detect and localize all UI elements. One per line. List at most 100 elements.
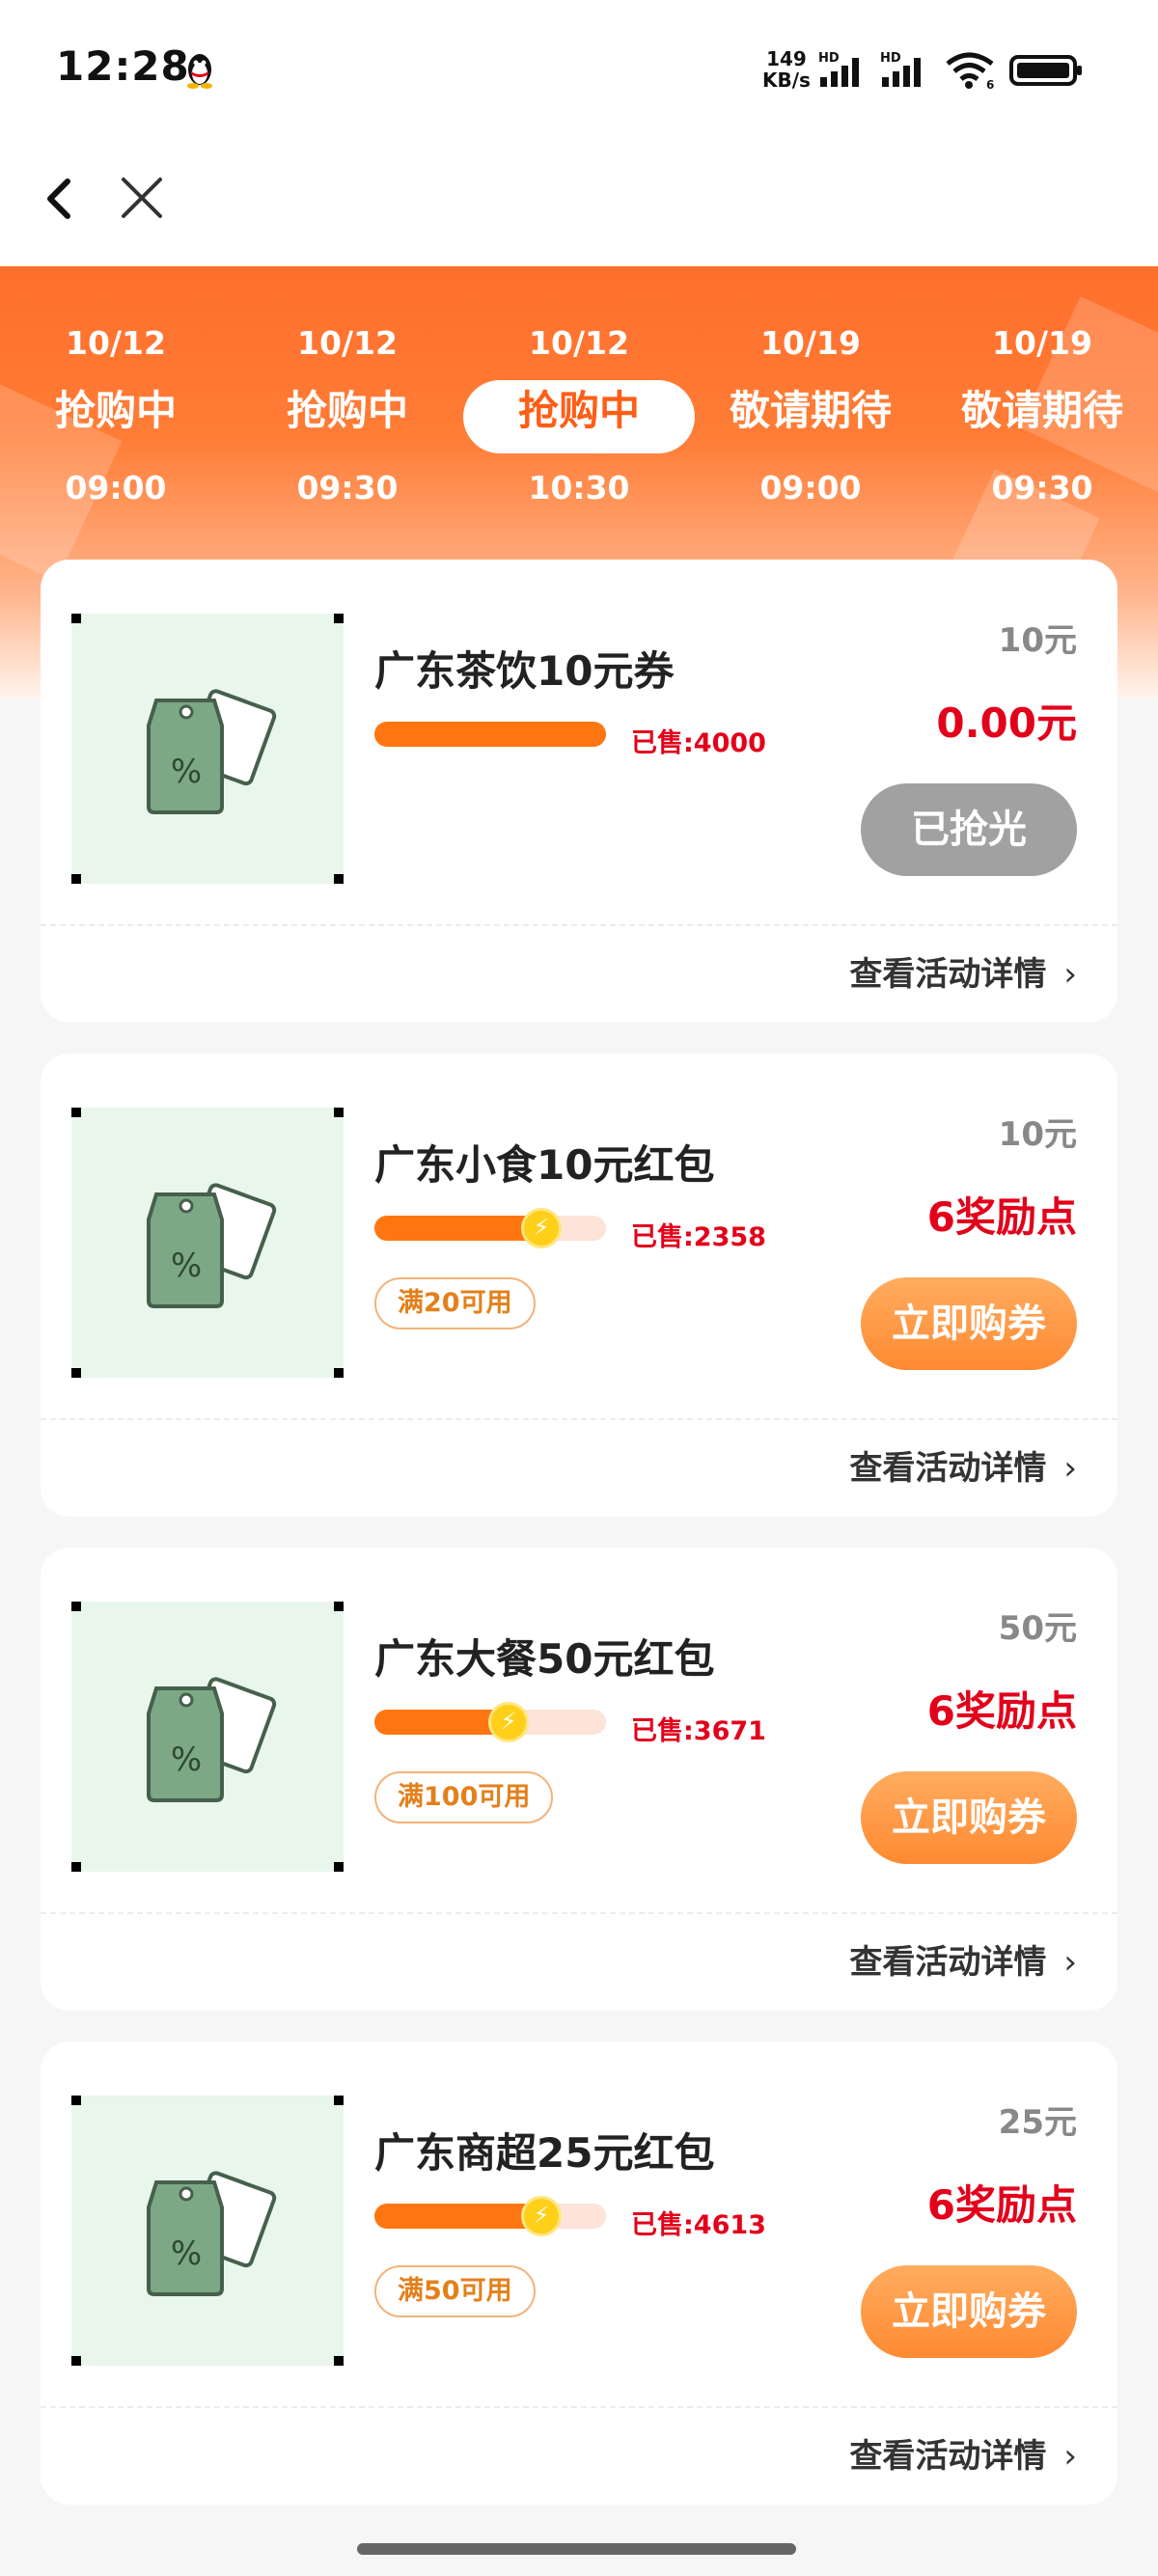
- coupon-card[interactable]: % 广东商超25元红包 ⚡ 已售:4613 满50可用 25元 6奖励点 立即购…: [41, 2042, 1117, 2505]
- price: 6奖励点: [926, 1687, 1077, 1735]
- sales-progress-bar: ⚡: [374, 1702, 606, 1742]
- coupon-title: 广东茶饮10元券: [374, 647, 675, 695]
- chevron-left-icon[interactable]: [39, 174, 81, 224]
- tab-status: 敬请期待: [729, 387, 892, 434]
- coupon-tag-icon: %: [147, 689, 277, 814]
- qq-penguin-icon: [187, 54, 212, 89]
- sold-count: 已售:4613: [631, 2210, 766, 2240]
- network-speed-unit: KB/s: [762, 69, 811, 92]
- progress-fill: [374, 2204, 541, 2229]
- signal-icon-2: HD: [880, 51, 921, 87]
- lightning-icon: ⚡: [488, 1702, 529, 1742]
- price: 6奖励点: [926, 2181, 1077, 2229]
- sales-progress-bar: ⚡: [374, 1208, 606, 1248]
- nav-bar: [0, 135, 1158, 266]
- tab-session-5[interactable]: 10/19 敬请期待 09:30: [926, 324, 1158, 507]
- tab-time: 09:30: [296, 469, 399, 507]
- price: 0.00元: [936, 699, 1077, 747]
- tab-session-3[interactable]: 10/12 抢购中 10:30: [463, 324, 695, 507]
- chevron-right-icon: ›: [1063, 2437, 1077, 2476]
- home-indicator[interactable]: [357, 2543, 796, 2555]
- sales-progress-bar: [374, 722, 606, 747]
- usage-condition-badge: 满20可用: [374, 1277, 536, 1329]
- chevron-right-icon: ›: [1063, 1449, 1077, 1488]
- coupon-thumbnail: %: [71, 614, 344, 884]
- network-speed: 149 KB/s: [762, 48, 811, 91]
- tab-date: 10/12: [529, 324, 629, 362]
- view-details-label: 查看活动详情: [849, 2437, 1047, 2476]
- card-divider: [41, 2406, 1117, 2408]
- face-value: 50元: [998, 1609, 1077, 1648]
- card-divider: [41, 1912, 1117, 1914]
- sold-count: 已售:3671: [631, 1716, 766, 1746]
- tab-session-2[interactable]: 10/12 抢购中 09:30: [232, 324, 463, 507]
- coupon-title: 广东大餐50元红包: [374, 1635, 715, 1683]
- signal-icon: HD: [818, 51, 859, 87]
- tab-session-4[interactable]: 10/19 敬请期待 09:00: [695, 324, 926, 507]
- network-speed-value: 149: [766, 47, 807, 70]
- svg-text:%: %: [171, 2234, 202, 2273]
- coupon-thumbnail: %: [71, 1602, 344, 1872]
- lightning-icon: ⚡: [521, 1208, 562, 1248]
- coupon-thumbnail: %: [71, 1108, 344, 1378]
- session-tabs: 10/12 抢购中 09:00 10/12 抢购中 09:30 10/12 抢购…: [0, 324, 1158, 507]
- usage-condition-badge: 满100可用: [374, 1771, 554, 1823]
- coupon-card[interactable]: % 广东茶饮10元券 已售:4000 10元 0.00元 已抢光 查看活动详情 ›: [41, 560, 1117, 1023]
- wifi-label: 6: [986, 78, 994, 91]
- tab-status: 抢购中: [286, 387, 408, 434]
- coupon-thumbnail: %: [71, 2096, 344, 2366]
- coupon-title: 广东小食10元红包: [374, 1141, 715, 1189]
- price: 6奖励点: [926, 1193, 1077, 1241]
- view-details-label: 查看活动详情: [849, 1449, 1047, 1488]
- tab-time: 09:00: [759, 469, 862, 507]
- chevron-right-icon: ›: [1063, 955, 1077, 994]
- svg-text:%: %: [171, 1247, 202, 1285]
- svg-text:%: %: [171, 1740, 202, 1779]
- view-details-label: 查看活动详情: [849, 1943, 1047, 1982]
- usage-condition-badge: 满50可用: [374, 2265, 536, 2317]
- card-divider: [41, 924, 1117, 926]
- tab-time: 09:00: [65, 469, 167, 507]
- view-details-link[interactable]: 查看活动详情 ›: [849, 1441, 1077, 1489]
- close-icon[interactable]: [118, 174, 166, 222]
- coupon-card[interactable]: % 广东大餐50元红包 ⚡ 已售:3671 满100可用 50元 6奖励点 立即…: [41, 1548, 1117, 2011]
- face-value: 10元: [998, 1115, 1077, 1154]
- tab-date: 10/19: [992, 324, 1092, 362]
- progress-fill: [374, 1216, 541, 1241]
- buy-coupon-button[interactable]: 立即购券: [861, 1277, 1077, 1370]
- sold-out-button: 已抢光: [861, 783, 1077, 876]
- sold-count: 已售:2358: [631, 1222, 766, 1252]
- coupon-tag-icon: %: [147, 1677, 277, 1802]
- face-value: 25元: [998, 2103, 1077, 2142]
- tab-time: 10:30: [528, 469, 630, 507]
- tab-status: 抢购中: [54, 387, 177, 434]
- face-value: 10元: [998, 621, 1077, 660]
- view-details-link[interactable]: 查看活动详情 ›: [849, 947, 1077, 995]
- sold-count: 已售:4000: [631, 728, 766, 758]
- tab-date: 10/19: [760, 324, 861, 362]
- tab-session-1[interactable]: 10/12 抢购中 09:00: [0, 324, 232, 507]
- tab-date: 10/12: [297, 324, 398, 362]
- coupon-tag-icon: %: [147, 2171, 277, 2296]
- view-details-link[interactable]: 查看活动详情 ›: [849, 2429, 1077, 2477]
- tab-date: 10/12: [66, 324, 166, 362]
- view-details-label: 查看活动详情: [849, 955, 1047, 994]
- chevron-right-icon: ›: [1063, 1943, 1077, 1982]
- buy-coupon-button[interactable]: 立即购券: [861, 1771, 1077, 1864]
- signal-hd-label: HD: [818, 51, 840, 66]
- lightning-icon: ⚡: [521, 2196, 562, 2236]
- progress-fill: [374, 722, 606, 747]
- status-bar: 12:28 149 KB/s HD HD 6: [0, 0, 1158, 135]
- sales-progress-bar: ⚡: [374, 2196, 606, 2236]
- battery-icon: [1009, 55, 1082, 86]
- buy-coupon-button[interactable]: 立即购券: [861, 2265, 1077, 2358]
- wifi-icon: 6: [946, 52, 994, 91]
- tab-status: 抢购中: [517, 387, 640, 434]
- svg-text:%: %: [171, 753, 202, 791]
- tab-status: 敬请期待: [960, 387, 1123, 434]
- coupon-title: 广东商超25元红包: [374, 2129, 715, 2177]
- tab-time: 09:30: [991, 469, 1093, 507]
- coupon-card[interactable]: % 广东小食10元红包 ⚡ 已售:2358 满20可用 10元 6奖励点 立即购…: [41, 1054, 1117, 1517]
- view-details-link[interactable]: 查看活动详情 ›: [849, 1935, 1077, 1983]
- signal-hd-label-2: HD: [880, 51, 901, 66]
